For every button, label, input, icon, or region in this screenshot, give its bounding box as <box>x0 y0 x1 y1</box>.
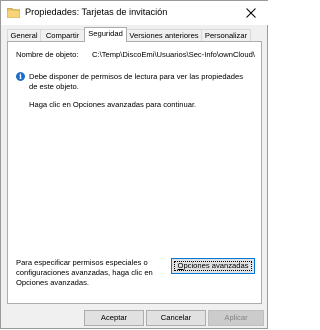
security-panel: Nombre de objeto: C:\Temp\DiscoEmi\Usuar… <box>7 41 262 304</box>
accept-button[interactable]: Aceptar <box>84 310 144 326</box>
tab-compartir[interactable]: Compartir <box>40 29 85 41</box>
tab-personalizar[interactable]: Personalizar <box>201 29 251 41</box>
advanced-hint: Haga clic en Opciones avanzadas para con… <box>29 100 197 109</box>
window-title: Propiedades: Tarjetas de invitación <box>25 7 168 17</box>
object-name-label: Nombre de objeto: <box>16 50 79 59</box>
special-text-line-3: Opciones avanzadas. <box>16 278 90 287</box>
special-text-line-2: configuraciones avanzadas, haga clic en <box>16 268 153 277</box>
folder-icon <box>7 8 20 18</box>
tab-general[interactable]: General <box>7 29 41 41</box>
close-icon <box>246 8 256 18</box>
apply-button[interactable]: Aplicar <box>208 310 264 326</box>
info-line-2: de este objeto. <box>29 82 79 91</box>
special-text-line-1: Para especificar permisos especiales o <box>16 258 148 267</box>
cancel-button[interactable]: Cancelar <box>146 310 206 326</box>
tab-seguridad[interactable]: Seguridad <box>84 27 127 42</box>
object-name-value: C:\Temp\DiscoEmi\Usuarios\Sec-Info\ownCl… <box>92 50 255 59</box>
special-permissions-text: Para especificar permisos especiales o c… <box>16 258 153 288</box>
tab-versiones-anteriores[interactable]: Versiones anteriores <box>126 29 202 41</box>
advanced-options-button[interactable]: Opciones avanzadas <box>171 258 255 274</box>
properties-dialog: Propiedades: Tarjetas de invitación Gene… <box>0 0 268 329</box>
close-button[interactable] <box>234 1 268 25</box>
tab-strip: General Compartir Seguridad Versiones an… <box>7 27 263 42</box>
info-line-1: Debe disponer de permisos de lectura par… <box>29 72 244 81</box>
info-message: Debe disponer de permisos de lectura par… <box>29 72 243 92</box>
title-bar: Propiedades: Tarjetas de invitación <box>1 1 268 25</box>
info-icon: i <box>16 72 25 81</box>
